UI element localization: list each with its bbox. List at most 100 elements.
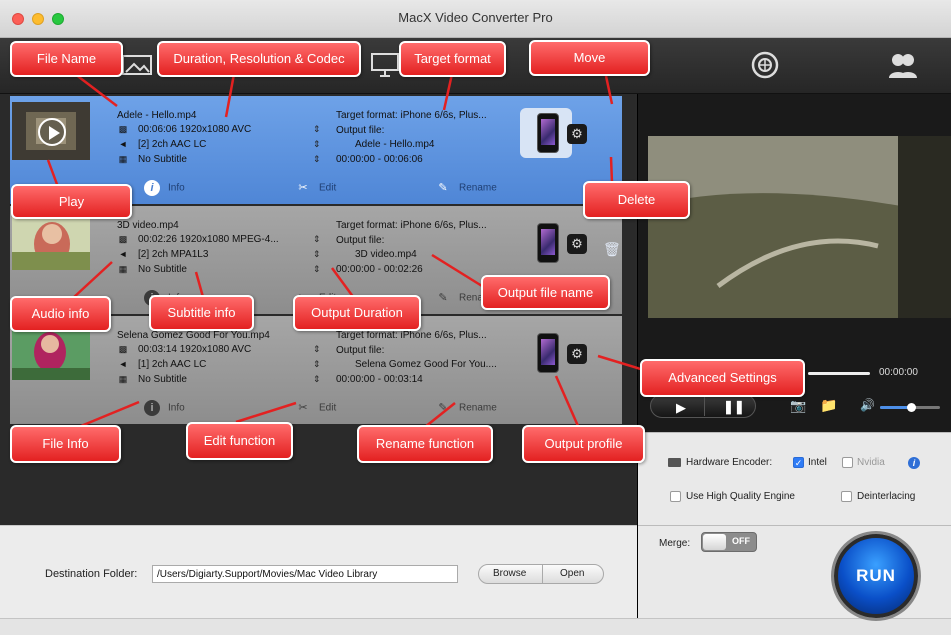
audio-stepper[interactable]: ⇕ xyxy=(313,124,321,135)
advanced-settings-gear-icon[interactable]: ⚙ xyxy=(567,124,587,144)
speaker-icon: ◄ xyxy=(118,359,128,369)
subtitle-row[interactable]: ▦ No Subtitle xyxy=(117,264,187,275)
output-profile-box[interactable] xyxy=(520,108,572,158)
subtitle-stepper[interactable]: ⇕ xyxy=(313,249,321,260)
volume-knob[interactable] xyxy=(907,403,916,412)
meta-row: ▩ 00:02:26 1920x1080 MPEG-4... xyxy=(117,234,279,245)
merge-toggle[interactable]: OFF xyxy=(701,532,757,552)
advanced-settings-gear-icon[interactable]: ⚙ xyxy=(567,344,587,364)
output-file-name[interactable]: 3D video.mp4 xyxy=(355,249,417,260)
video-clip-icon: ▩ xyxy=(118,234,128,244)
volume-icon: 🔊 xyxy=(860,398,875,412)
volume-slider[interactable] xyxy=(880,403,940,412)
user-account-icon[interactable] xyxy=(886,50,920,80)
target-format: Target format: iPhone 6/6s, Plus... xyxy=(336,330,487,341)
subtitle-icon: ▦ xyxy=(118,154,128,164)
destination-panel: Destination Folder: /Users/Digiarty.Supp… xyxy=(0,525,637,618)
photo-icon[interactable] xyxy=(120,50,154,80)
pause-button[interactable]: ❚❚ xyxy=(723,399,745,415)
speaker-icon: ◄ xyxy=(118,139,128,149)
video-preview[interactable] xyxy=(648,136,951,318)
open-folder-icon[interactable]: 📁 xyxy=(820,397,837,414)
audio-track: [2] 2ch MPA1L3 xyxy=(138,249,209,260)
audio-stepper[interactable]: ⇕ xyxy=(313,344,321,355)
play-icon[interactable] xyxy=(38,118,66,146)
audio-row[interactable]: ◄ [1] 2ch AAC LC xyxy=(117,359,207,370)
audio-stepper[interactable]: ⇕ xyxy=(313,234,321,245)
subtitle-row[interactable]: ▦ No Subtitle xyxy=(117,374,187,385)
callout-delete: Delete xyxy=(583,181,690,219)
iphone-profile-icon[interactable] xyxy=(537,223,559,263)
file-name: Adele - Hello.mp4 xyxy=(117,110,197,121)
timeline-track[interactable] xyxy=(808,372,870,375)
callout-file-name: File Name xyxy=(10,41,123,77)
play-button[interactable]: ▶ xyxy=(676,400,686,416)
current-time: 00:00:00 xyxy=(879,367,918,378)
duration-stepper[interactable]: ⇕ xyxy=(313,374,321,385)
trash-icon[interactable]: 🗑 xyxy=(603,241,621,258)
duration-resolution-codec: 00:03:14 1920x1080 AVC xyxy=(138,344,252,355)
info-button[interactable]: iInfo xyxy=(144,180,185,196)
info-icon[interactable]: i xyxy=(908,457,920,469)
advanced-settings-gear-icon[interactable]: ⚙ xyxy=(567,234,587,254)
volume-fill xyxy=(880,406,910,409)
output-file-label: Output file: xyxy=(336,125,385,136)
intel-checkbox[interactable]: ✓ xyxy=(793,457,804,468)
audio-row[interactable]: ◄ [2] 2ch AAC LC xyxy=(117,139,207,150)
title-bar: MacX Video Converter Pro xyxy=(0,0,951,38)
deinterlacing-label: Deinterlacing xyxy=(857,491,916,502)
subtitle-icon: ▦ xyxy=(118,374,128,384)
callout-subtitle-info: Subtitle info xyxy=(149,295,254,331)
subtitle-stepper[interactable]: ⇕ xyxy=(313,139,321,150)
high-quality-checkbox[interactable] xyxy=(670,491,681,502)
info-button[interactable]: iInfo xyxy=(144,400,185,416)
duration-stepper[interactable]: ⇕ xyxy=(313,264,321,275)
callout-move: Move xyxy=(529,40,650,76)
window-title: MacX Video Converter Pro xyxy=(398,10,553,25)
iphone-profile-icon[interactable] xyxy=(537,113,559,153)
target-format: Target format: iPhone 6/6s, Plus... xyxy=(336,220,487,231)
destination-path-field[interactable]: /Users/Digiarty.Support/Movies/Mac Video… xyxy=(152,565,458,583)
nvidia-checkbox[interactable] xyxy=(842,457,853,468)
video-thumbnail[interactable] xyxy=(12,102,90,160)
hardware-chip-icon xyxy=(668,458,681,467)
audio-row[interactable]: ◄ [2] 2ch MPA1L3 xyxy=(117,249,209,260)
update-icon[interactable] xyxy=(748,50,782,80)
output-file-name[interactable]: Selena Gomez Good For You.... xyxy=(355,359,497,370)
preview-panel: 00:00:00 ▶ ❚❚ 📷 📁 🔊 Hardware Encoder: ✓ … xyxy=(637,94,951,618)
rename-button[interactable]: ✎ Rename xyxy=(435,400,496,416)
screen-recorder-icon[interactable] xyxy=(368,50,402,80)
output-duration[interactable]: 00:00:00 - 00:02:26 xyxy=(336,264,423,275)
subtitle-track: No Subtitle xyxy=(138,154,187,165)
run-button[interactable]: RUN xyxy=(834,534,918,618)
intel-label: Intel xyxy=(808,457,827,468)
rename-button[interactable]: ✎ Rename xyxy=(435,180,496,196)
info-icon: i xyxy=(144,180,160,196)
deinterlacing-checkbox[interactable] xyxy=(841,491,852,502)
duration-resolution-codec: 00:06:06 1920x1080 AVC xyxy=(138,124,252,135)
run-label: RUN xyxy=(856,566,896,585)
duration-stepper[interactable]: ⇕ xyxy=(313,154,321,165)
edit-button[interactable]: ✂Edit xyxy=(295,400,336,416)
snapshot-camera-icon[interactable]: 📷 xyxy=(790,398,806,414)
subtitle-track: No Subtitle xyxy=(138,264,187,275)
output-duration[interactable]: 00:00:00 - 00:03:14 xyxy=(336,374,423,385)
browse-button[interactable]: Browse xyxy=(493,568,526,579)
target-format: Target format: iPhone 6/6s, Plus... xyxy=(336,110,487,121)
video-thumbnail[interactable] xyxy=(12,212,90,270)
pencil-icon: ✎ xyxy=(438,292,448,304)
playback-controls: ▶ ❚❚ xyxy=(650,394,756,418)
callout-output-profile: Output profile xyxy=(522,425,645,463)
callout-edit-function: Edit function xyxy=(186,422,293,460)
subtitle-row[interactable]: ▦ No Subtitle xyxy=(117,154,187,165)
scissors-icon: ✂ xyxy=(298,182,308,194)
output-duration[interactable]: 00:00:00 - 00:06:06 xyxy=(336,154,423,165)
subtitle-stepper[interactable]: ⇕ xyxy=(313,359,321,370)
iphone-profile-icon[interactable] xyxy=(537,333,559,373)
open-button[interactable]: Open xyxy=(560,568,584,579)
button-divider xyxy=(542,565,543,583)
list-item[interactable]: Selena Gomez Good For You.mp4 ▩ 00:03:14 … xyxy=(10,316,622,424)
output-file-name[interactable]: Adele - Hello.mp4 xyxy=(355,139,434,150)
edit-button[interactable]: ✂Edit xyxy=(295,180,336,196)
high-quality-label: Use High Quality Engine xyxy=(686,491,795,502)
